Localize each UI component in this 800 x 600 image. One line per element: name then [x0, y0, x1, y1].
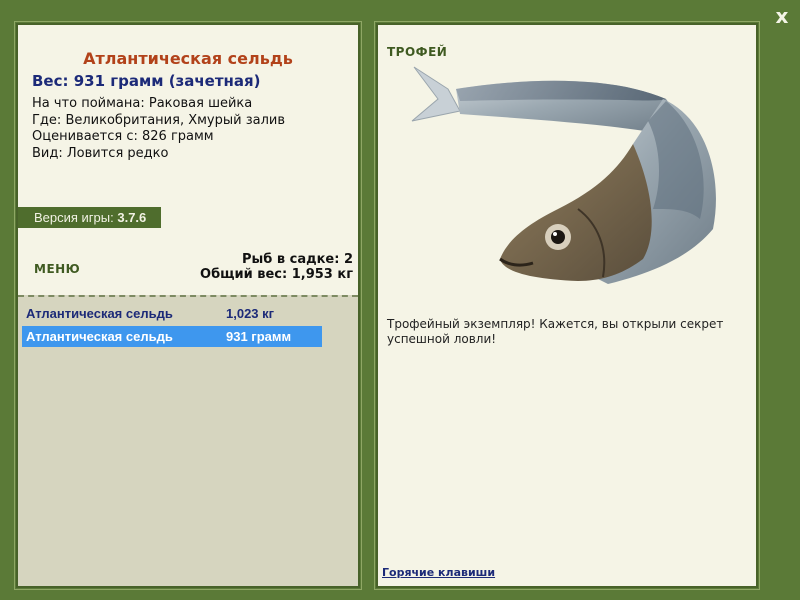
catch-list-item[interactable]: Атлантическая сельдь 1,023 кг	[22, 303, 322, 324]
menu-button[interactable]: МЕНЮ	[34, 262, 80, 276]
trophy-message: Трофейный экземпляр! Кажется, вы открыли…	[387, 317, 724, 346]
detail-value: 826 грамм	[142, 129, 214, 144]
detail-location: Где: Великобритания, Хмурый залив	[32, 113, 285, 130]
detail-rarity: Вид: Ловится редко	[32, 146, 285, 163]
detail-bait: На что поймана: Раковая шейка	[32, 96, 285, 113]
version-badge: Версия игры: 3.7.6	[18, 207, 161, 228]
keepnet-stats: Рыб в садке: 2 Общий вес: 1,953 кг	[200, 252, 353, 282]
version-value: 3.7.6	[117, 210, 147, 225]
close-button[interactable]: x	[770, 4, 794, 28]
catch-weight: 1,023 кг	[226, 306, 275, 321]
detail-label: Вид:	[32, 145, 63, 161]
fish-weight: Вес: 931 грамм (зачетная)	[32, 72, 261, 90]
keepnet-total-weight: Общий вес: 1,953 кг	[200, 267, 353, 282]
detail-value: Раковая шейка	[148, 96, 253, 111]
trophy-panel: ТРОФЕЙ Трофейный экземпляр! Кажется, вы …	[374, 21, 760, 590]
catch-list: Атлантическая сельдь 1,023 кг Атлантичес…	[18, 295, 358, 586]
catch-name: Атлантическая сельдь	[26, 329, 173, 344]
fish-title: Атлантическая сельдь	[83, 49, 293, 68]
detail-label: На что поймана:	[32, 96, 145, 111]
fish-details: На что поймана: Раковая шейка Где: Велик…	[32, 96, 285, 162]
herring-fish-image	[411, 66, 716, 284]
keepnet-count: Рыб в садке: 2	[241, 252, 353, 267]
version-label: Версия игры:	[34, 210, 114, 225]
hotkeys-link[interactable]: Горячие клавиши	[382, 566, 495, 579]
detail-label: Где:	[32, 112, 62, 128]
detail-value: Ловится редко	[66, 145, 169, 161]
catch-weight: 931 грамм	[226, 329, 292, 344]
detail-min-weight: Оценивается с: 826 грамм	[32, 129, 285, 146]
fish-info-panel: Атлантическая сельдь Вес: 931 грамм (зач…	[14, 21, 362, 590]
catch-name: Атлантическая сельдь	[26, 306, 173, 321]
detail-label: Оценивается с:	[32, 129, 138, 144]
detail-value: Великобритания, Хмурый залив	[65, 112, 286, 128]
trophy-label: ТРОФЕЙ	[387, 45, 448, 59]
catch-list-item-selected[interactable]: Атлантическая сельдь 931 грамм	[22, 326, 322, 347]
